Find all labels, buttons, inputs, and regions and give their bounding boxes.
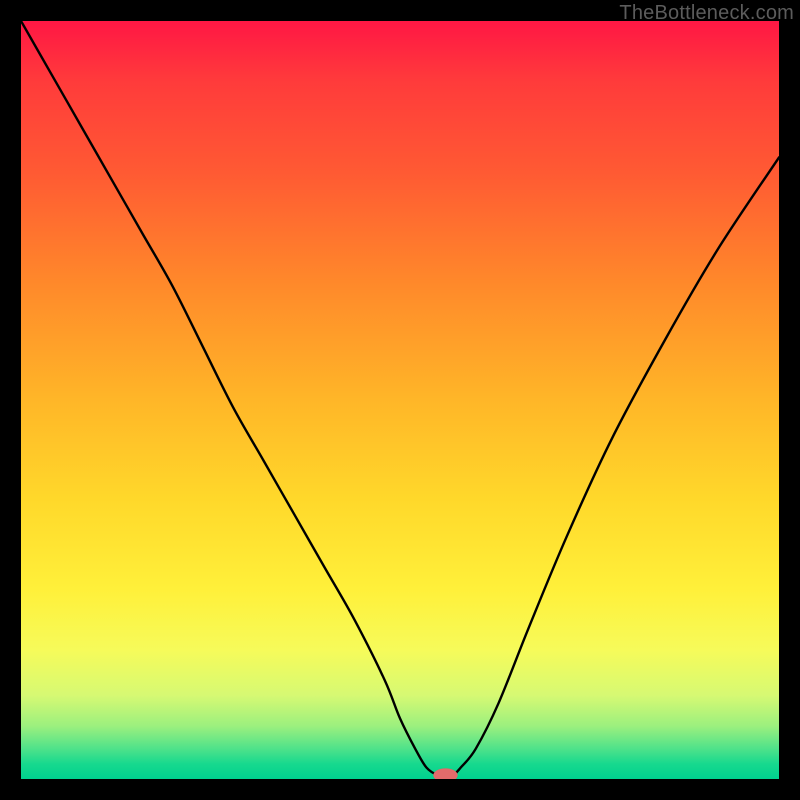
chart-frame: TheBottleneck.com: [0, 0, 800, 800]
bottleneck-curve: [21, 21, 779, 776]
curve-svg: [21, 21, 779, 779]
plot-area: [21, 21, 779, 779]
watermark-text: TheBottleneck.com: [619, 2, 794, 25]
optimal-marker: [433, 768, 457, 779]
